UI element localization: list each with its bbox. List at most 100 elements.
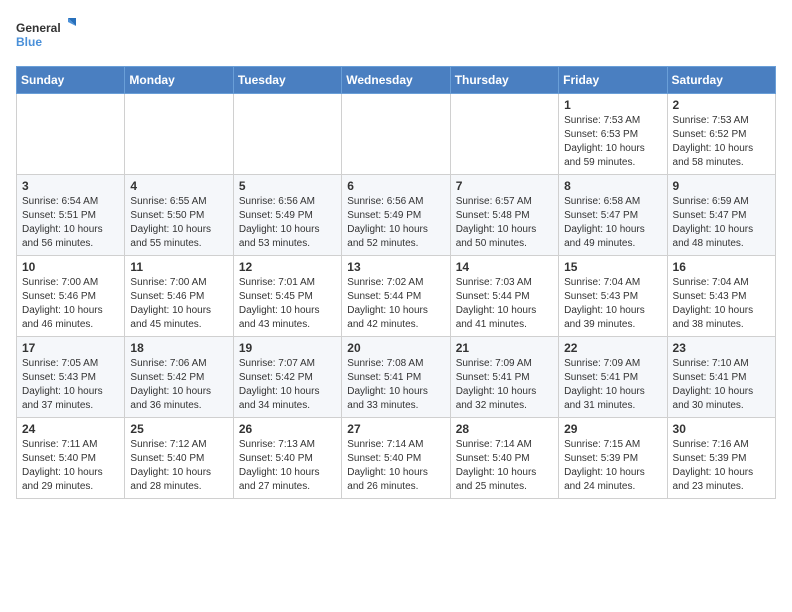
header-day-monday: Monday [125,67,233,94]
day-number: 20 [347,341,444,355]
calendar-cell: 9 Sunrise: 6:59 AM Sunset: 5:47 PM Daylig… [667,175,775,256]
calendar-cell: 3 Sunrise: 6:54 AM Sunset: 5:51 PM Daylig… [17,175,125,256]
calendar-cell: 17 Sunrise: 7:05 AM Sunset: 5:43 PM Dayli… [17,337,125,418]
calendar-cell: 30Sunrise: 7:16 AM Sunset: 5:39 PM Dayli… [667,418,775,499]
day-info: Sunrise: 7:04 AM Sunset: 5:43 PM Dayligh… [564,276,661,332]
day-info: Sunrise: 7:03 AM Sunset: 5:44 PM Dayligh… [456,276,553,332]
page-header: General Blue [16,16,776,56]
day-info: Sunrise: 7:09 AM Sunset: 5:41 PM Dayligh… [456,357,553,413]
day-info: Sunrise: 6:56 AM Sunset: 5:49 PM Dayligh… [347,195,444,251]
day-number: 23 [673,341,770,355]
day-info: Sunrise: 7:09 AM Sunset: 5:41 PM Dayligh… [564,357,661,413]
day-number: 1 [564,98,661,112]
day-number: 6 [347,179,444,193]
day-info: Sunrise: 7:14 AM Sunset: 5:40 PM Dayligh… [456,438,553,494]
calendar-cell: 21 Sunrise: 7:09 AM Sunset: 5:41 PM Dayli… [450,337,558,418]
calendar-cell: 11 Sunrise: 7:00 AM Sunset: 5:46 PM Dayli… [125,256,233,337]
calendar-cell: 16Sunrise: 7:04 AM Sunset: 5:43 PM Dayli… [667,256,775,337]
day-info: Sunrise: 7:02 AM Sunset: 5:44 PM Dayligh… [347,276,444,332]
day-info: Sunrise: 6:58 AM Sunset: 5:47 PM Dayligh… [564,195,661,251]
day-number: 28 [456,422,553,436]
calendar-cell: 15 Sunrise: 7:04 AM Sunset: 5:43 PM Dayli… [559,256,667,337]
day-info: Sunrise: 6:55 AM Sunset: 5:50 PM Dayligh… [130,195,227,251]
calendar-cell [125,94,233,175]
day-info: Sunrise: 7:04 AM Sunset: 5:43 PM Dayligh… [673,276,770,332]
calendar-cell: 24 Sunrise: 7:11 AM Sunset: 5:40 PM Dayli… [17,418,125,499]
calendar-week-row: 17 Sunrise: 7:05 AM Sunset: 5:43 PM Dayli… [17,337,776,418]
day-number: 5 [239,179,336,193]
day-number: 22 [564,341,661,355]
day-info: Sunrise: 6:59 AM Sunset: 5:47 PM Dayligh… [673,195,770,251]
day-number: 10 [22,260,119,274]
day-number: 27 [347,422,444,436]
calendar-cell [450,94,558,175]
day-info: Sunrise: 7:05 AM Sunset: 5:43 PM Dayligh… [22,357,119,413]
header-day-friday: Friday [559,67,667,94]
calendar-cell: 23 Sunrise: 7:10 AM Sunset: 5:41 PM Dayli… [667,337,775,418]
calendar-table: SundayMondayTuesdayWednesdayThursdayFrid… [16,66,776,499]
day-number: 25 [130,422,227,436]
calendar-cell [342,94,450,175]
calendar-cell: 13 Sunrise: 7:02 AM Sunset: 5:44 PM Dayli… [342,256,450,337]
header-day-wednesday: Wednesday [342,67,450,94]
calendar-cell [233,94,341,175]
calendar-header-row: SundayMondayTuesdayWednesdayThursdayFrid… [17,67,776,94]
header-day-sunday: Sunday [17,67,125,94]
calendar-cell: 26 Sunrise: 7:13 AM Sunset: 5:40 PM Dayli… [233,418,341,499]
calendar-cell: 2 Sunrise: 7:53 AM Sunset: 6:52 PM Daylig… [667,94,775,175]
logo-svg: General Blue [16,16,76,56]
day-info: Sunrise: 7:01 AM Sunset: 5:45 PM Dayligh… [239,276,336,332]
day-info: Sunrise: 7:53 AM Sunset: 6:53 PM Dayligh… [564,114,661,170]
day-number: 12 [239,260,336,274]
calendar-cell: 22 Sunrise: 7:09 AM Sunset: 5:41 PM Dayli… [559,337,667,418]
day-number: 11 [130,260,227,274]
day-number: 2 [673,98,770,112]
calendar-cell: 28 Sunrise: 7:14 AM Sunset: 5:40 PM Dayli… [450,418,558,499]
calendar-cell: 5Sunrise: 6:56 AM Sunset: 5:49 PM Daylig… [233,175,341,256]
calendar-cell [17,94,125,175]
day-number: 30 [673,422,770,436]
day-info: Sunrise: 7:13 AM Sunset: 5:40 PM Dayligh… [239,438,336,494]
calendar-week-row: 3 Sunrise: 6:54 AM Sunset: 5:51 PM Daylig… [17,175,776,256]
calendar-cell: 12 Sunrise: 7:01 AM Sunset: 5:45 PM Dayli… [233,256,341,337]
day-number: 17 [22,341,119,355]
day-number: 3 [22,179,119,193]
day-number: 15 [564,260,661,274]
day-number: 24 [22,422,119,436]
calendar-cell: 19Sunrise: 7:07 AM Sunset: 5:42 PM Dayli… [233,337,341,418]
header-day-tuesday: Tuesday [233,67,341,94]
calendar-cell: 14 Sunrise: 7:03 AM Sunset: 5:44 PM Dayli… [450,256,558,337]
day-number: 26 [239,422,336,436]
calendar-cell: 10 Sunrise: 7:00 AM Sunset: 5:46 PM Dayli… [17,256,125,337]
calendar-week-row: 1 Sunrise: 7:53 AM Sunset: 6:53 PM Daylig… [17,94,776,175]
calendar-week-row: 24 Sunrise: 7:11 AM Sunset: 5:40 PM Dayli… [17,418,776,499]
day-info: Sunrise: 7:11 AM Sunset: 5:40 PM Dayligh… [22,438,119,494]
day-info: Sunrise: 6:57 AM Sunset: 5:48 PM Dayligh… [456,195,553,251]
day-info: Sunrise: 7:14 AM Sunset: 5:40 PM Dayligh… [347,438,444,494]
calendar-cell: 8 Sunrise: 6:58 AM Sunset: 5:47 PM Daylig… [559,175,667,256]
day-number: 18 [130,341,227,355]
calendar-cell: 7Sunrise: 6:57 AM Sunset: 5:48 PM Daylig… [450,175,558,256]
day-number: 13 [347,260,444,274]
day-number: 4 [130,179,227,193]
day-info: Sunrise: 7:00 AM Sunset: 5:46 PM Dayligh… [22,276,119,332]
day-info: Sunrise: 6:54 AM Sunset: 5:51 PM Dayligh… [22,195,119,251]
day-info: Sunrise: 7:00 AM Sunset: 5:46 PM Dayligh… [130,276,227,332]
day-info: Sunrise: 7:08 AM Sunset: 5:41 PM Dayligh… [347,357,444,413]
header-day-thursday: Thursday [450,67,558,94]
svg-text:General: General [16,21,61,35]
calendar-cell: 4 Sunrise: 6:55 AM Sunset: 5:50 PM Daylig… [125,175,233,256]
calendar-cell: 18Sunrise: 7:06 AM Sunset: 5:42 PM Dayli… [125,337,233,418]
day-number: 21 [456,341,553,355]
calendar-cell: 25 Sunrise: 7:12 AM Sunset: 5:40 PM Dayli… [125,418,233,499]
calendar-cell: 29Sunrise: 7:15 AM Sunset: 5:39 PM Dayli… [559,418,667,499]
day-number: 9 [673,179,770,193]
day-info: Sunrise: 7:15 AM Sunset: 5:39 PM Dayligh… [564,438,661,494]
calendar-cell: 1 Sunrise: 7:53 AM Sunset: 6:53 PM Daylig… [559,94,667,175]
day-info: Sunrise: 7:12 AM Sunset: 5:40 PM Dayligh… [130,438,227,494]
day-info: Sunrise: 7:53 AM Sunset: 6:52 PM Dayligh… [673,114,770,170]
day-number: 8 [564,179,661,193]
header-day-saturday: Saturday [667,67,775,94]
day-number: 14 [456,260,553,274]
day-info: Sunrise: 7:10 AM Sunset: 5:41 PM Dayligh… [673,357,770,413]
